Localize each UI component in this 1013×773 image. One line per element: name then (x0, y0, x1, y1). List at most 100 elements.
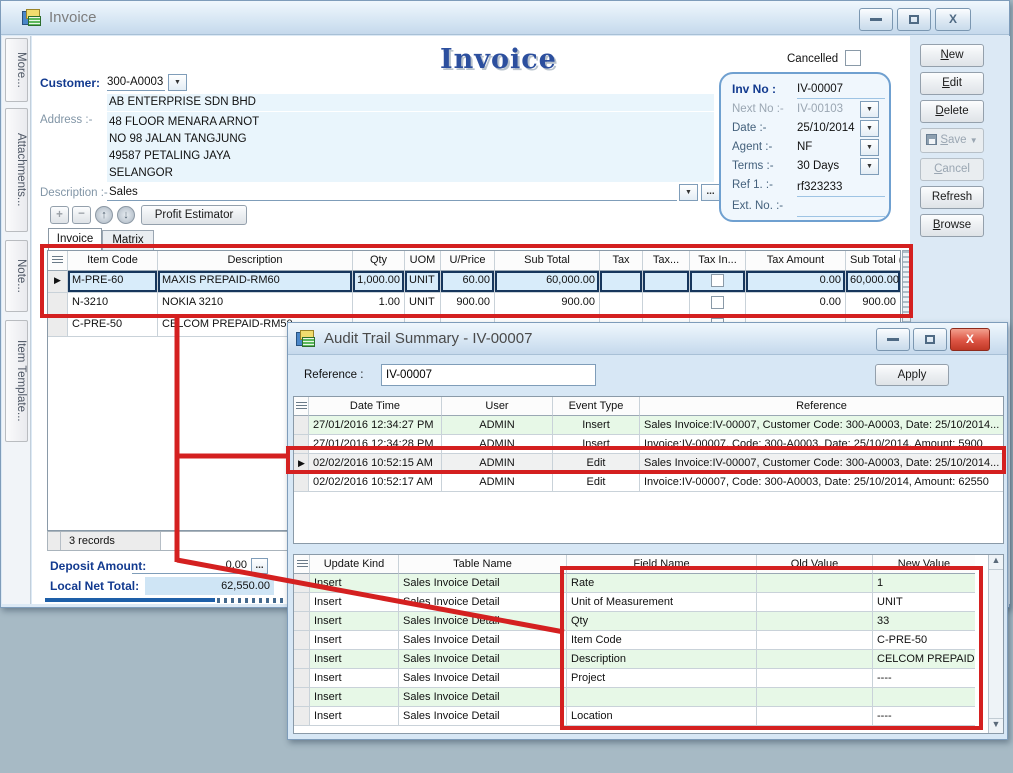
cancel-button[interactable]: Cancel (920, 158, 984, 181)
move-down-button[interactable]: ↓ (117, 206, 135, 224)
profit-estimator-button[interactable]: Profit Estimator (141, 205, 247, 225)
minimize-icon (870, 18, 882, 21)
refresh-button[interactable]: Refresh (920, 186, 984, 209)
close-button[interactable]: X (935, 8, 971, 31)
apply-button[interactable]: Apply (875, 364, 949, 386)
col-subtotal-tax[interactable]: Sub Total (Tax) (846, 251, 900, 271)
col-tax-amount[interactable]: Tax Amount (746, 251, 846, 271)
scroll-down-icon[interactable]: ▼ (989, 718, 1003, 733)
col-tax-inclusive[interactable]: Tax In... (690, 251, 746, 271)
col-tax2[interactable]: Tax... (643, 251, 690, 271)
address-block[interactable]: 48 FLOOR MENARA ARNOT NO 98 JALAN TANGJU… (107, 112, 714, 182)
col-subtotal[interactable]: Sub Total (495, 251, 600, 271)
minimize-button[interactable] (859, 8, 893, 31)
col-event-type[interactable]: Event Type (553, 397, 640, 416)
save-button[interactable]: Save ▼ (920, 128, 984, 153)
tab-invoice[interactable]: Invoice (48, 228, 102, 250)
col-item-code[interactable]: Item Code (68, 251, 158, 271)
sidebar-item-item-template[interactable]: Item Template... (5, 320, 28, 442)
scroll-up-icon[interactable]: ▲ (989, 555, 1003, 570)
bottom-scrollbar[interactable] (45, 598, 215, 602)
terms-value: 30 Days (797, 160, 839, 172)
maximize-button[interactable] (897, 8, 931, 31)
delete-button[interactable]: Delete (920, 100, 984, 123)
ellipsis-icon: ... (706, 186, 714, 197)
col-uom[interactable]: UOM (405, 251, 441, 271)
audit-maximize-button[interactable] (913, 328, 947, 351)
deposit-more-button[interactable]: ... (251, 558, 268, 574)
ref1-value: rf323233 (797, 181, 842, 193)
ellipsis-icon: ... (255, 560, 263, 571)
audit-changes-grid: Update Kind Table Name Field Name Old Va… (293, 554, 1004, 734)
current-row-icon: ▶ (298, 458, 305, 468)
terms-dropdown-button[interactable]: ▼ (860, 158, 879, 175)
tax-inclusive-checkbox[interactable] (711, 296, 724, 309)
table-row[interactable]: Insert Sales Invoice Detail Qty 33 (294, 612, 1003, 631)
grid-menu-icon[interactable] (296, 402, 307, 411)
bottom-scroll-grip[interactable] (217, 598, 287, 603)
col-table-name[interactable]: Table Name (399, 555, 567, 574)
col-new-value[interactable]: New Value (873, 555, 975, 574)
app-icon (22, 9, 42, 27)
date-dropdown-button[interactable]: ▼ (860, 120, 879, 137)
tab-matrix[interactable]: Matrix (102, 230, 154, 250)
next-no-label: Next No :- (732, 103, 784, 115)
col-tax[interactable]: Tax (600, 251, 643, 271)
table-row[interactable]: Insert Sales Invoice Detail Rate 1 (294, 574, 1003, 593)
terms-label: Terms :- (732, 160, 774, 172)
tax-inclusive-checkbox[interactable] (711, 274, 724, 287)
changes-vertical-scrollbar[interactable]: ▲ ▼ (988, 555, 1003, 733)
col-description[interactable]: Description (158, 251, 353, 271)
sidebar-item-more[interactable]: More... (5, 38, 28, 102)
chevron-down-icon: ▼ (866, 125, 873, 132)
save-dropdown-arrow[interactable]: ▼ (970, 136, 978, 145)
reference-input[interactable] (381, 364, 596, 386)
left-sidebar: More... Attachments... Note... Item Temp… (2, 36, 31, 604)
sidebar-item-attachments[interactable]: Attachments... (5, 108, 28, 232)
description-field[interactable]: Sales (107, 184, 677, 201)
col-uprice[interactable]: U/Price (441, 251, 495, 271)
table-row-selected[interactable]: ▶ 02/02/2016 10:52:15 AM ADMIN Edit Sale… (294, 454, 1003, 473)
deposit-amount-field[interactable]: 0.00 (132, 557, 249, 574)
col-reference[interactable]: Reference (640, 397, 1003, 416)
table-row[interactable]: Insert Sales Invoice Detail Project ---- (294, 669, 1003, 688)
edit-button[interactable]: Edit (920, 72, 984, 95)
audit-minimize-button[interactable] (876, 328, 910, 351)
add-row-button[interactable]: + (50, 206, 69, 224)
col-field-name[interactable]: Field Name (567, 555, 757, 574)
table-row[interactable]: Insert Sales Invoice Detail (294, 688, 1003, 707)
grid-menu-icon[interactable] (297, 560, 308, 569)
grid-menu-icon[interactable] (52, 256, 63, 265)
table-row[interactable]: Insert Sales Invoice Detail Unit of Meas… (294, 593, 1003, 612)
new-button[interactable]: New (920, 44, 984, 67)
remove-row-button[interactable]: − (72, 206, 91, 224)
table-row[interactable]: Insert Sales Invoice Detail Description … (294, 650, 1003, 669)
local-net-total-value: 62,550.00 (145, 577, 274, 595)
move-up-button[interactable]: ↑ (95, 206, 113, 224)
table-row[interactable]: 27/01/2016 12:34:28 PM ADMIN Insert Invo… (294, 435, 1003, 454)
agent-dropdown-button[interactable]: ▼ (860, 139, 879, 156)
col-update-kind[interactable]: Update Kind (310, 555, 399, 574)
audit-trail-window: Audit Trail Summary - IV-00007 X Referen… (287, 322, 1008, 740)
table-row[interactable]: Insert Sales Invoice Detail Location ---… (294, 707, 1003, 726)
browse-button[interactable]: Browse (920, 214, 984, 237)
sidebar-item-note[interactable]: Note... (5, 240, 28, 312)
table-row[interactable]: Insert Sales Invoice Detail Item Code C-… (294, 631, 1003, 650)
table-row[interactable]: 02/02/2016 10:52:17 AM ADMIN Edit Invoic… (294, 473, 1003, 492)
description-more-button[interactable]: ... (701, 184, 720, 201)
table-row[interactable]: N-3210 NOKIA 3210 1.00 UNIT 900.00 900.0… (48, 293, 900, 315)
cancelled-checkbox[interactable] (845, 50, 861, 66)
chevron-down-icon: ▼ (685, 189, 692, 196)
table-row[interactable]: 27/01/2016 12:34:27 PM ADMIN Insert Sale… (294, 416, 1003, 435)
col-qty[interactable]: Qty (353, 251, 405, 271)
col-user[interactable]: User (442, 397, 553, 416)
description-dropdown-button[interactable]: ▼ (679, 184, 698, 201)
col-date-time[interactable]: Date Time (309, 397, 442, 416)
next-no-dropdown-button[interactable]: ▼ (860, 101, 879, 118)
customer-code-field[interactable]: 300-A0003 (107, 74, 165, 91)
audit-close-button[interactable]: X (950, 328, 990, 351)
table-row[interactable]: ▶ M-PRE-60 MAXIS PREPAID-RM60 1,000.00 U… (48, 271, 900, 293)
customer-dropdown-button[interactable]: ▼ (168, 74, 187, 91)
next-no-value: IV-00103 (797, 103, 843, 115)
col-old-value[interactable]: Old Value (757, 555, 873, 574)
